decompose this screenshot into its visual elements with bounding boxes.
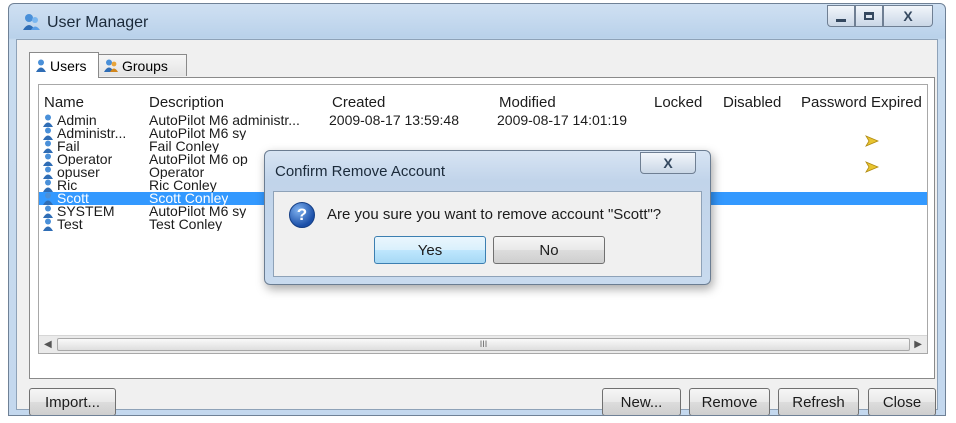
user-icon	[43, 127, 53, 140]
group-icon	[104, 59, 118, 72]
table-row[interactable]: Administr... AutoPilot M6 sy	[39, 127, 927, 147]
cell-created: 2009-08-17 13:59:48	[329, 114, 459, 127]
maximize-button[interactable]	[855, 5, 883, 27]
cell-description: Scott Conley	[149, 192, 229, 205]
column-header-description[interactable]: Description	[149, 94, 224, 111]
cell-description: Test Conley	[149, 218, 223, 231]
dialog-body: ? Are you sure you want to remove accoun…	[273, 191, 702, 277]
user-icon	[43, 114, 53, 127]
question-icon: ?	[289, 202, 315, 228]
column-header-locked[interactable]: Locked	[654, 94, 702, 111]
no-button[interactable]: No	[493, 236, 605, 264]
cell-description: AutoPilot M6 op	[149, 153, 248, 166]
horizontal-scrollbar[interactable]: ◀ III ▶	[39, 335, 927, 353]
column-header-modified[interactable]: Modified	[499, 94, 556, 111]
user-icon	[43, 205, 53, 218]
minimize-button[interactable]	[827, 5, 855, 27]
remove-button[interactable]: Remove	[689, 388, 770, 415]
app-users-icon	[23, 14, 40, 30]
user-icon	[43, 153, 53, 166]
cell-name: opuser	[57, 166, 100, 179]
maximize-icon	[864, 12, 874, 20]
new-button[interactable]: New...	[602, 388, 681, 415]
cell-name: Administr...	[57, 127, 127, 140]
import-button[interactable]: Import...	[29, 388, 116, 415]
column-header-password-expired[interactable]: Password Expired	[801, 94, 922, 111]
cell-name: Test	[57, 218, 83, 231]
tab-groups[interactable]: Groups	[97, 54, 187, 76]
cell-name: Admin	[57, 114, 97, 127]
title-bar[interactable]: User Manager X	[9, 4, 945, 38]
window-title: User Manager	[47, 14, 149, 31]
table-row[interactable]: Admin AutoPilot M6 administr... 2009-08-17…	[39, 114, 927, 127]
cell-description: Ric Conley	[149, 179, 217, 192]
close-button[interactable]: Close	[868, 388, 936, 415]
cell-name: Fail	[57, 140, 80, 153]
confirm-remove-dialog: Confirm Remove Account X ? Are you sure …	[264, 150, 711, 285]
user-icon	[43, 218, 53, 231]
cell-name: Scott	[57, 192, 89, 205]
column-header-disabled[interactable]: Disabled	[723, 94, 781, 111]
refresh-button[interactable]: Refresh	[778, 388, 859, 415]
minimize-icon	[836, 18, 846, 22]
window-close-button[interactable]: X	[883, 5, 933, 27]
column-header-name[interactable]: Name	[44, 94, 84, 111]
cell-modified: 2009-08-17 14:01:19	[497, 114, 627, 127]
user-icon	[43, 192, 53, 205]
close-icon: X	[903, 8, 913, 24]
tab-users[interactable]: Users	[29, 52, 99, 78]
user-icon	[43, 179, 53, 192]
cell-name: Operator	[57, 153, 113, 166]
cell-description: AutoPilot M6 sy	[149, 127, 247, 140]
column-header-created[interactable]: Created	[332, 94, 385, 111]
tab-users-label: Users	[50, 57, 87, 74]
cell-name: Ric	[57, 179, 78, 192]
dialog-message: Are you sure you want to remove account …	[327, 206, 662, 223]
cell-name: SYSTEM	[57, 205, 115, 218]
user-icon	[43, 166, 53, 179]
tab-groups-label: Groups	[122, 57, 168, 74]
dialog-close-button[interactable]: X	[640, 152, 696, 174]
close-icon: X	[663, 155, 673, 171]
scrollbar-thumb[interactable]: III	[57, 338, 910, 351]
dialog-title: Confirm Remove Account	[275, 163, 446, 180]
cell-description: Fail Conley	[149, 140, 220, 153]
cell-description: AutoPilot M6 administr...	[149, 114, 300, 127]
user-icon	[36, 59, 46, 72]
user-icon	[43, 140, 53, 153]
scroll-left-icon[interactable]: ◀	[44, 339, 52, 350]
cell-description: AutoPilot M6 sy	[149, 205, 247, 218]
yes-button[interactable]: Yes	[374, 236, 486, 264]
list-header: Name Description Created Modified Locked…	[39, 85, 927, 115]
scroll-right-icon[interactable]: ▶	[914, 339, 922, 350]
cell-description: Operator	[149, 166, 205, 179]
